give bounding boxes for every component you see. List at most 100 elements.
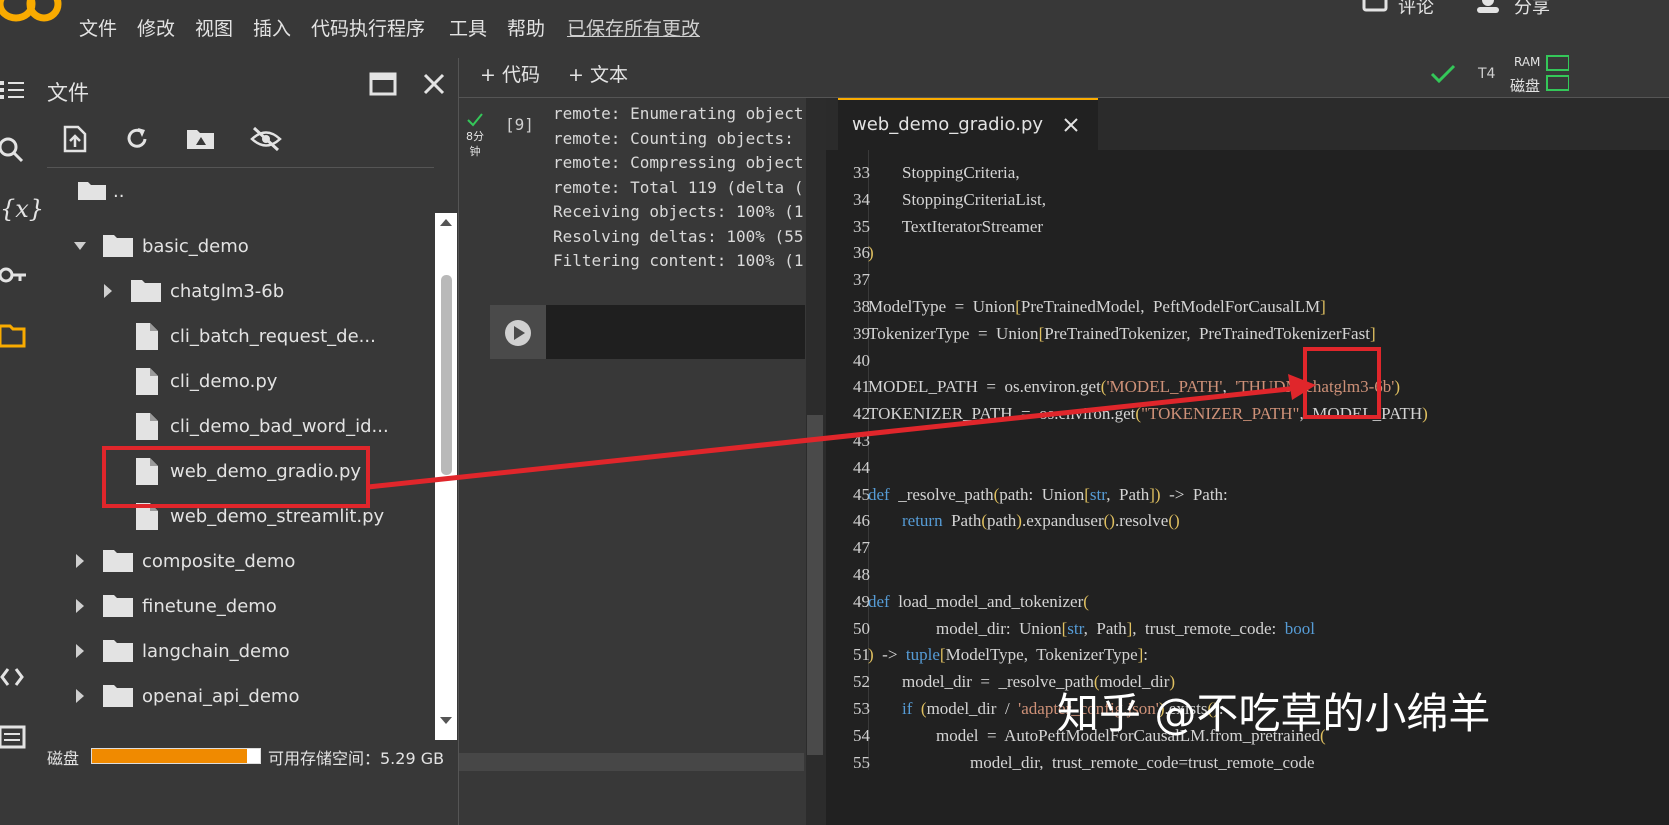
runtime-type[interactable]: T4 [1478, 66, 1495, 82]
editor-bottom [826, 770, 1669, 825]
panel-splitter[interactable] [458, 58, 459, 825]
search-icon[interactable] [0, 135, 30, 165]
notebook-hscrollbar[interactable] [459, 753, 804, 771]
menu-help[interactable]: 帮助 [507, 14, 545, 41]
cell-exec-time: 8分钟 [466, 130, 484, 158]
code-text: def _resolve_path(path: Union[str, Path]… [868, 484, 1228, 504]
upload-file-icon[interactable] [62, 125, 88, 153]
code-line[interactable]: 42 TOKENIZER_PATH = os.environ.get("TOKEN… [826, 404, 1669, 430]
line-number: 48 [853, 565, 870, 584]
close-panel-icon[interactable] [422, 72, 446, 96]
ram-label: RAM [1514, 55, 1541, 69]
storage-bar-fill [92, 749, 247, 763]
code-line[interactable]: 44 [826, 458, 1669, 484]
line-number: 46 [853, 511, 870, 531]
close-tab-icon[interactable] [1064, 118, 1078, 132]
tree-folder[interactable]: chatglm3-6b [0, 270, 430, 314]
chevron-right-icon[interactable] [74, 644, 86, 658]
code-line[interactable]: 38 ModelType = Union[PreTrainedModel, Pef… [826, 297, 1669, 323]
code-line[interactable]: 37 [826, 270, 1669, 296]
resource-meter[interactable] [1546, 54, 1569, 94]
line-number: 53 [853, 699, 870, 718]
output-line: remote: Total 119 (delta ( [553, 177, 804, 197]
code-line[interactable]: 35 TextIteratorStreamer [826, 217, 1669, 243]
toc-icon[interactable] [0, 75, 30, 105]
chevron-right-icon[interactable] [74, 554, 86, 568]
tree-folder[interactable]: langchain_demo [0, 630, 430, 674]
file-icon [136, 413, 158, 440]
folder-icon [103, 685, 133, 707]
empty-code-cell[interactable] [490, 305, 805, 359]
code-line[interactable]: 43 [826, 431, 1669, 457]
tree-file[interactable]: cli_demo.py [0, 360, 430, 404]
code-line[interactable]: 50 model_dir: Union[str, Path], trust_re… [826, 619, 1669, 645]
menu-file[interactable]: 文件 [79, 14, 117, 41]
code-line[interactable]: 51) -> tuple[ModelType, TokenizerType]: [826, 645, 1669, 671]
comment-button[interactable]: 评论 [1398, 0, 1434, 19]
saved-status-link[interactable]: 已保存所有更改 [567, 14, 700, 41]
folder-icon [103, 235, 133, 257]
menu-runtime[interactable]: 代码执行程序 [311, 14, 425, 41]
code-line[interactable]: 33 StoppingCriteria, [826, 163, 1669, 189]
add-code-button[interactable]: + 代码 [480, 60, 540, 87]
editor-tab[interactable]: web_demo_gradio.py [838, 98, 1098, 152]
code-line[interactable]: 39 TokenizerType = Union[PreTrainedTokeni… [826, 324, 1669, 350]
line-number: 54 [853, 725, 870, 745]
maximize-panel-icon[interactable] [369, 72, 399, 98]
line-number: 47 [853, 538, 870, 558]
menu-insert[interactable]: 插入 [253, 14, 291, 41]
disk-label: 磁盘 [1510, 77, 1541, 95]
code-line[interactable]: 45 def _resolve_path(path: Union[str, Pat… [826, 485, 1669, 511]
code-line[interactable]: 47 [826, 538, 1669, 564]
highlight-box-model-path [1303, 347, 1381, 419]
scroll-up-icon[interactable] [439, 217, 453, 227]
tree-item-label: web_demo_streamlit.py [170, 506, 385, 527]
code-line[interactable]: 34 StoppingCriteriaList, [826, 190, 1669, 216]
menu-tools[interactable]: 工具 [449, 14, 487, 41]
folder-icon [103, 550, 133, 572]
code-line[interactable]: 41 MODEL_PATH = os.environ.get('MODEL_PAT… [826, 377, 1669, 403]
tree-folder[interactable]: composite_demo [0, 540, 430, 584]
editor-tab-label: web_demo_gradio.py [852, 114, 1044, 135]
cell-success-icon [467, 113, 483, 127]
tree-folder[interactable]: finetune_demo [0, 585, 430, 629]
scroll-down-icon[interactable] [439, 716, 453, 726]
tree-folder[interactable]: basic_demo [0, 225, 430, 269]
add-text-button[interactable]: + 文本 [568, 60, 628, 87]
code-line[interactable]: 49 def load_model_and_tokenizer( [826, 592, 1669, 618]
file-tree-scrollbar-thumb[interactable] [441, 275, 452, 475]
terminal-icon[interactable] [0, 723, 30, 753]
refresh-icon[interactable] [124, 126, 150, 152]
chevron-down-icon[interactable] [74, 239, 86, 253]
code-text: StoppingCriteriaList, [868, 189, 1047, 209]
tree-item-label: composite_demo [142, 551, 296, 572]
share-person-icon [1477, 0, 1499, 13]
file-icon [136, 323, 158, 350]
panel-divider [47, 167, 434, 168]
code-text: ModelType = Union[PreTrainedModel, PeftM… [868, 297, 1326, 316]
cell-index: [9] [505, 115, 534, 134]
menu-view[interactable]: 视图 [195, 14, 233, 41]
chevron-right-icon[interactable] [74, 689, 86, 703]
chevron-right-icon[interactable] [74, 599, 86, 613]
line-number: 49 [853, 591, 870, 611]
line-number: 51 [853, 645, 870, 665]
menu-edit[interactable]: 修改 [137, 14, 175, 41]
tree-file[interactable]: cli_batch_request_de... [0, 315, 430, 359]
tree-folder[interactable]: openai_api_demo [0, 675, 430, 719]
code-text: ) [868, 243, 874, 263]
tree-item-parent[interactable]: .. [0, 170, 390, 214]
chevron-right-icon[interactable] [102, 284, 114, 298]
tree-item-label: cli_demo.py [170, 371, 278, 392]
code-line[interactable]: 48 [826, 565, 1669, 591]
output-line: remote: Compressing object [553, 153, 804, 172]
share-button[interactable]: 分享 [1514, 0, 1550, 19]
tree-file[interactable]: cli_demo_bad_word_id... [0, 405, 430, 449]
run-cell-icon[interactable] [504, 319, 532, 347]
code-line[interactable]: 36) [826, 243, 1669, 269]
code-line[interactable]: 46 return Path(path).expanduser().resolv… [826, 511, 1669, 537]
notebook-scrollbar-thumb[interactable] [807, 415, 823, 755]
mount-drive-icon[interactable] [186, 127, 216, 151]
hide-files-icon[interactable] [250, 126, 282, 152]
code-line[interactable]: 40 [826, 351, 1669, 377]
